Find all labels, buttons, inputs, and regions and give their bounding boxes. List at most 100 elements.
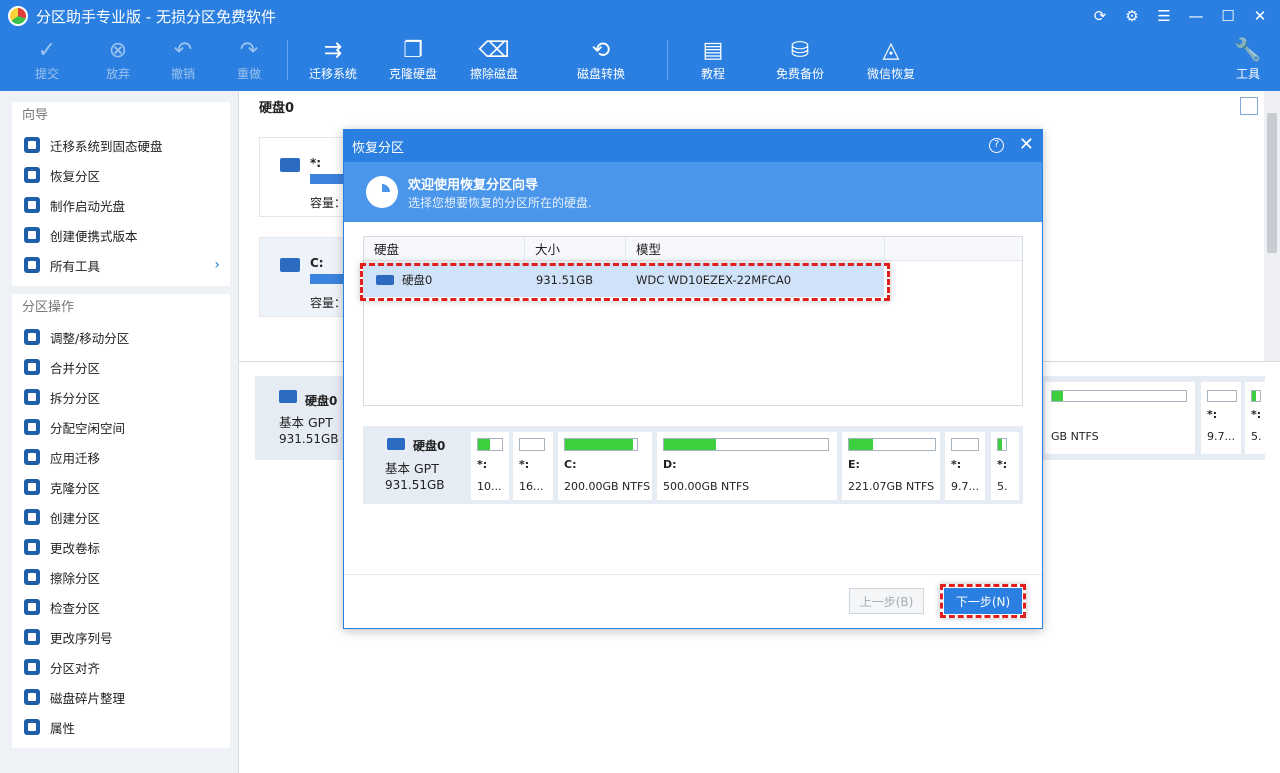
help-icon[interactable]: ? bbox=[989, 138, 1004, 153]
partition-card[interactable]: C: 容量： bbox=[259, 237, 350, 317]
label-icon bbox=[24, 539, 40, 555]
app-migrate-icon bbox=[24, 449, 40, 465]
partition-block[interactable]: D: 500.00GB NTFS bbox=[657, 432, 837, 500]
sidebar-item-create-partition[interactable]: 创建分区 bbox=[12, 502, 230, 532]
usage-bar bbox=[951, 438, 979, 451]
scrollbar-thumb[interactable] bbox=[1267, 113, 1277, 253]
column-model[interactable]: 模型 bbox=[626, 237, 885, 260]
free-backup-button[interactable]: ⛁ 免费备份 bbox=[760, 34, 840, 90]
disk-heading: 硬盘0 bbox=[259, 101, 295, 116]
sidebar-item-wipe-partition[interactable]: 擦除分区 bbox=[12, 562, 230, 592]
redo-icon: ↷ bbox=[239, 37, 259, 63]
sidebar-item-check-partition[interactable]: 检查分区 bbox=[12, 592, 230, 622]
usage-bar bbox=[477, 438, 503, 451]
check-icon: ✓ bbox=[37, 37, 57, 63]
sidebar-item-defrag[interactable]: 磁盘碎片整理 bbox=[12, 682, 230, 712]
dialog-disk-map: 硬盘0 基本 GPT 931.51GB *: 10... *: 16... C:… bbox=[363, 426, 1023, 504]
split-icon bbox=[24, 389, 40, 405]
magnifier-icon bbox=[24, 599, 40, 615]
sidebar-item-align[interactable]: 分区对齐 bbox=[12, 652, 230, 682]
prev-button[interactable]: 上一步(B) bbox=[849, 588, 924, 614]
sidebar-item-boot-disc[interactable]: 制作启动光盘 bbox=[12, 190, 230, 220]
window-controls: ⟳ ⚙ ☰ — ☐ ✕ bbox=[1086, 4, 1274, 28]
windows-icon bbox=[280, 258, 300, 272]
ops-title: 分区操作 bbox=[22, 300, 75, 315]
dialog-close-icon[interactable]: ✕ bbox=[1019, 134, 1034, 155]
disk-row[interactable]: 硬盘0 931.51GB WDC WD10EZEX-22MFCA0 bbox=[364, 263, 884, 297]
create-icon bbox=[24, 509, 40, 525]
merge-icon bbox=[24, 359, 40, 375]
refresh-icon[interactable]: ⟳ bbox=[1086, 4, 1114, 28]
settings-icon[interactable]: ⚙ bbox=[1118, 4, 1146, 28]
view-toggle-icon[interactable] bbox=[1240, 97, 1258, 115]
wechat-recovery-button[interactable]: ◬ 微信恢复 bbox=[851, 34, 931, 90]
tutorial-button[interactable]: ▤ 教程 bbox=[673, 34, 753, 90]
partition-block[interactable]: *: 10... bbox=[471, 432, 509, 500]
sidebar-item-resize[interactable]: 调整/移动分区 bbox=[12, 322, 230, 352]
vertical-scrollbar[interactable] bbox=[1264, 91, 1280, 361]
partition-block[interactable]: *: 16... bbox=[513, 432, 553, 500]
clone-disk-icon: ❐ bbox=[403, 37, 423, 63]
menu-icon[interactable]: ☰ bbox=[1150, 4, 1178, 28]
resize-icon bbox=[24, 329, 40, 345]
wipe-disk-button[interactable]: ⌫ 擦除磁盘 bbox=[454, 34, 534, 90]
partition-block[interactable]: GB NTFS bbox=[1045, 382, 1195, 454]
sidebar-item-change-label[interactable]: 更改卷标 bbox=[12, 532, 230, 562]
close-icon[interactable]: ✕ bbox=[1246, 4, 1274, 28]
toolbar-divider bbox=[287, 40, 288, 80]
sidebar-item-allocate[interactable]: 分配空闲空间 bbox=[12, 412, 230, 442]
usage-bar bbox=[663, 438, 829, 451]
migrate-os-button[interactable]: ⇉ 迁移系统 bbox=[293, 34, 373, 90]
tools-grid-icon bbox=[24, 257, 40, 273]
disk-convert-button[interactable]: ⟲ 磁盘转换 bbox=[561, 34, 641, 90]
sidebar-item-app-migrate[interactable]: 应用迁移 bbox=[12, 442, 230, 472]
sidebar-item-serial[interactable]: 更改序列号 bbox=[12, 622, 230, 652]
wizard-title: 欢迎使用恢复分区向导 bbox=[408, 178, 539, 193]
info-icon bbox=[24, 719, 40, 735]
partition-block[interactable]: *: 5. bbox=[991, 432, 1019, 500]
partition-block[interactable]: *: 5. bbox=[1245, 382, 1265, 454]
clone-icon bbox=[24, 479, 40, 495]
sidebar-item-all-tools[interactable]: 所有工具 › bbox=[12, 250, 230, 280]
sidebar-item-portable[interactable]: 创建便携式版本 bbox=[12, 220, 230, 250]
partition-block[interactable]: *: 9.7... bbox=[1201, 382, 1241, 454]
chevron-right-icon: › bbox=[214, 257, 220, 273]
eraser-icon: ⌫ bbox=[478, 37, 510, 63]
sidebar-item-merge[interactable]: 合并分区 bbox=[12, 352, 230, 382]
sidebar-item-migrate-os[interactable]: 迁移系统到固态硬盘 bbox=[12, 130, 230, 160]
wizard-header: 欢迎使用恢复分区向导 选择您想要恢复的分区所在的硬盘. bbox=[344, 162, 1042, 222]
clone-disk-button[interactable]: ❐ 克隆硬盘 bbox=[373, 34, 453, 90]
column-disk[interactable]: 硬盘 bbox=[364, 237, 525, 260]
maximize-icon[interactable]: ☐ bbox=[1214, 4, 1242, 28]
recovery-logo-icon: ◬ bbox=[882, 37, 900, 63]
disk-icon bbox=[280, 158, 300, 172]
redo-button[interactable]: ↷ 重做 bbox=[209, 34, 289, 90]
backup-icon: ⛁ bbox=[790, 37, 810, 63]
disk-icon bbox=[376, 275, 394, 285]
broom-icon bbox=[24, 569, 40, 585]
defrag-icon bbox=[24, 689, 40, 705]
usage-bar bbox=[519, 438, 545, 451]
migrate-icon bbox=[24, 137, 40, 153]
partition-block[interactable]: *: 9.7... bbox=[945, 432, 985, 500]
sidebar-item-split[interactable]: 拆分分区 bbox=[12, 382, 230, 412]
sidebar-item-clone-partition[interactable]: 克隆分区 bbox=[12, 472, 230, 502]
commit-button[interactable]: ✓ 提交 bbox=[7, 34, 87, 90]
partition-card[interactable]: *: 容量： bbox=[259, 137, 350, 217]
minimize-icon[interactable]: — bbox=[1182, 4, 1210, 28]
wizard-title: 向导 bbox=[22, 108, 49, 123]
tools-button[interactable]: 🔧 工具 bbox=[1208, 34, 1280, 90]
usage-bar bbox=[1251, 390, 1261, 402]
partition-block[interactable]: C: 200.00GB NTFS bbox=[558, 432, 652, 500]
app-logo-icon bbox=[8, 6, 28, 26]
sidebar-item-recover-partition[interactable]: 恢复分区 bbox=[12, 160, 230, 190]
migrate-disk-icon: ⇉ bbox=[323, 37, 343, 63]
toolbar-divider bbox=[667, 40, 668, 80]
app-header: 分区助手专业版 - 无损分区免费软件 ⟳ ⚙ ☰ — ☐ ✕ ✓ 提交 ⊗ 放弃… bbox=[0, 0, 1280, 91]
column-size[interactable]: 大小 bbox=[525, 237, 626, 260]
next-button[interactable]: 下一步(N) bbox=[944, 588, 1022, 614]
sidebar-item-properties[interactable]: 属性 bbox=[12, 712, 230, 742]
align-icon bbox=[24, 659, 40, 675]
partition-block[interactable]: E: 221.07GB NTFS bbox=[842, 432, 940, 500]
recover-partition-dialog: 恢复分区 ? ✕ 欢迎使用恢复分区向导 选择您想要恢复的分区所在的硬盘. 硬盘 … bbox=[343, 129, 1043, 629]
